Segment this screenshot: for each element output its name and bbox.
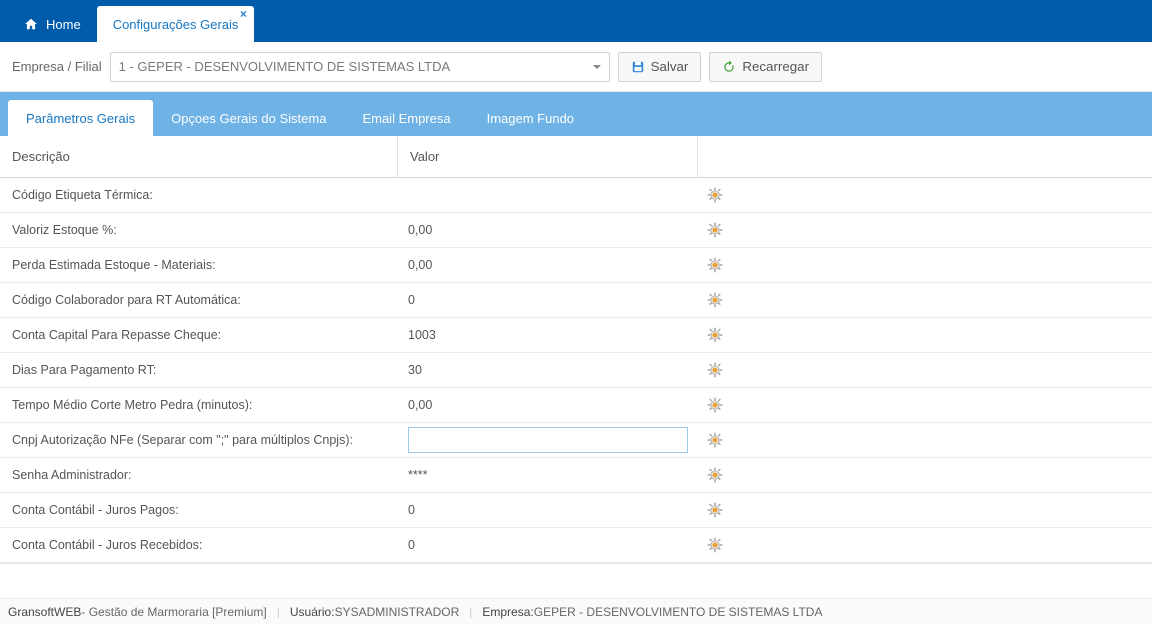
save-button[interactable]: Salvar [618, 52, 702, 82]
row-value[interactable]: 0 [398, 503, 698, 517]
row-description: Conta Contábil - Juros Pagos: [0, 503, 398, 517]
gear-icon[interactable] [706, 396, 724, 414]
table-row[interactable]: Conta Contábil - Juros Recebidos:0 [0, 528, 1152, 563]
row-action [698, 361, 732, 379]
company-select[interactable]: 1 - GEPER - DESENVOLVIMENTO DE SISTEMAS … [110, 52, 610, 82]
subtab-email[interactable]: Email Empresa [344, 100, 468, 136]
row-value[interactable]: 30 [398, 363, 698, 377]
subtab-imagem[interactable]: Imagem Fundo [469, 100, 592, 136]
status-user-label: Usuário: [290, 605, 335, 619]
gear-icon[interactable] [706, 221, 724, 239]
company-label: Empresa / Filial [12, 59, 102, 74]
row-value[interactable]: 0,00 [398, 223, 698, 237]
row-value [398, 427, 698, 453]
gear-icon[interactable] [706, 326, 724, 344]
tab-home-label: Home [46, 17, 81, 32]
col-header-descricao[interactable]: Descrição [0, 136, 398, 177]
reload-icon [722, 60, 736, 74]
gear-icon[interactable] [706, 361, 724, 379]
status-app-suffix: - Gestão de Marmoraria [Premium] [81, 605, 266, 619]
status-company-label: Empresa: [482, 605, 533, 619]
row-description: Conta Capital Para Repasse Cheque: [0, 328, 398, 342]
table-row[interactable]: Tempo Médio Corte Metro Pedra (minutos):… [0, 388, 1152, 423]
row-description: Tempo Médio Corte Metro Pedra (minutos): [0, 398, 398, 412]
row-action [698, 466, 732, 484]
row-value[interactable]: 0,00 [398, 258, 698, 272]
status-app: GransoftWEB [8, 605, 81, 619]
row-value[interactable]: 0 [398, 538, 698, 552]
reload-button-label: Recarregar [742, 59, 809, 74]
table-row[interactable]: Cnpj Autorização NFe (Separar com ";" pa… [0, 423, 1152, 458]
tab-config[interactable]: Configurações Gerais × [97, 6, 255, 42]
gear-icon[interactable] [706, 501, 724, 519]
subtabs: Parâmetros Gerais Opçoes Gerais do Siste… [0, 92, 1152, 136]
row-action [698, 256, 732, 274]
table-row[interactable]: Conta Contábil - Juros Pagos:0 [0, 493, 1152, 528]
tab-config-label: Configurações Gerais [113, 17, 239, 32]
gear-icon[interactable] [706, 536, 724, 554]
home-icon [24, 17, 38, 31]
row-action [698, 291, 732, 309]
save-button-label: Salvar [651, 59, 689, 74]
row-action [698, 536, 732, 554]
grid-header: Descrição Valor [0, 136, 1152, 178]
row-description: Cnpj Autorização NFe (Separar com ";" pa… [0, 433, 398, 447]
parameters-grid: Descrição Valor Código Etiqueta Térmica:… [0, 136, 1152, 564]
subtab-opcoes[interactable]: Opçoes Gerais do Sistema [153, 100, 344, 136]
grid-rows: Código Etiqueta Térmica: Valoriz Estoque … [0, 178, 1152, 563]
row-action [698, 501, 732, 519]
table-row[interactable]: Senha Administrador:**** [0, 458, 1152, 493]
toolbar: Empresa / Filial 1 - GEPER - DESENVOLVIM… [0, 42, 1152, 92]
close-icon[interactable]: × [236, 8, 250, 22]
table-row[interactable]: Valoriz Estoque %:0,00 [0, 213, 1152, 248]
status-company: GEPER - DESENVOLVIMENTO DE SISTEMAS LTDA [534, 605, 823, 619]
row-description: Perda Estimada Estoque - Materiais: [0, 258, 398, 272]
subtab-label: Imagem Fundo [487, 111, 574, 126]
row-description: Dias Para Pagamento RT: [0, 363, 398, 377]
row-action [698, 396, 732, 414]
status-user: SYSADMINISTRADOR [335, 605, 460, 619]
top-tabs: Home Configurações Gerais × [0, 0, 1152, 42]
row-action [698, 221, 732, 239]
table-row[interactable]: Conta Capital Para Repasse Cheque:1003 [0, 318, 1152, 353]
row-description: Conta Contábil - Juros Recebidos: [0, 538, 398, 552]
table-row[interactable]: Código Colaborador para RT Automática:0 [0, 283, 1152, 318]
row-value[interactable]: 0,00 [398, 398, 698, 412]
table-row[interactable]: Código Etiqueta Térmica: [0, 178, 1152, 213]
gear-icon[interactable] [706, 291, 724, 309]
row-description: Código Colaborador para RT Automática: [0, 293, 398, 307]
gear-icon[interactable] [706, 186, 724, 204]
row-description: Valoriz Estoque %: [0, 223, 398, 237]
table-row[interactable]: Dias Para Pagamento RT:30 [0, 353, 1152, 388]
status-bar: GransoftWEB - Gestão de Marmoraria [Prem… [0, 598, 1152, 624]
save-icon [631, 60, 645, 74]
company-select-value: 1 - GEPER - DESENVOLVIMENTO DE SISTEMAS … [119, 59, 451, 74]
subtab-parametros[interactable]: Parâmetros Gerais [8, 100, 153, 136]
subtab-label: Email Empresa [362, 111, 450, 126]
gear-icon[interactable] [706, 256, 724, 274]
subtab-label: Parâmetros Gerais [26, 111, 135, 126]
table-row[interactable]: Perda Estimada Estoque - Materiais:0,00 [0, 248, 1152, 283]
reload-button[interactable]: Recarregar [709, 52, 822, 82]
row-value[interactable]: 1003 [398, 328, 698, 342]
subtab-label: Opçoes Gerais do Sistema [171, 111, 326, 126]
row-action [698, 186, 732, 204]
row-value[interactable]: **** [398, 468, 698, 482]
gear-icon[interactable] [706, 466, 724, 484]
tab-home[interactable]: Home [8, 6, 97, 42]
row-description: Senha Administrador: [0, 468, 398, 482]
col-header-valor[interactable]: Valor [398, 136, 698, 177]
row-value[interactable]: 0 [398, 293, 698, 307]
row-action [698, 431, 732, 449]
row-value-input[interactable] [408, 427, 688, 453]
row-description: Código Etiqueta Térmica: [0, 188, 398, 202]
chevron-down-icon [593, 65, 601, 69]
gear-icon[interactable] [706, 431, 724, 449]
row-action [698, 326, 732, 344]
